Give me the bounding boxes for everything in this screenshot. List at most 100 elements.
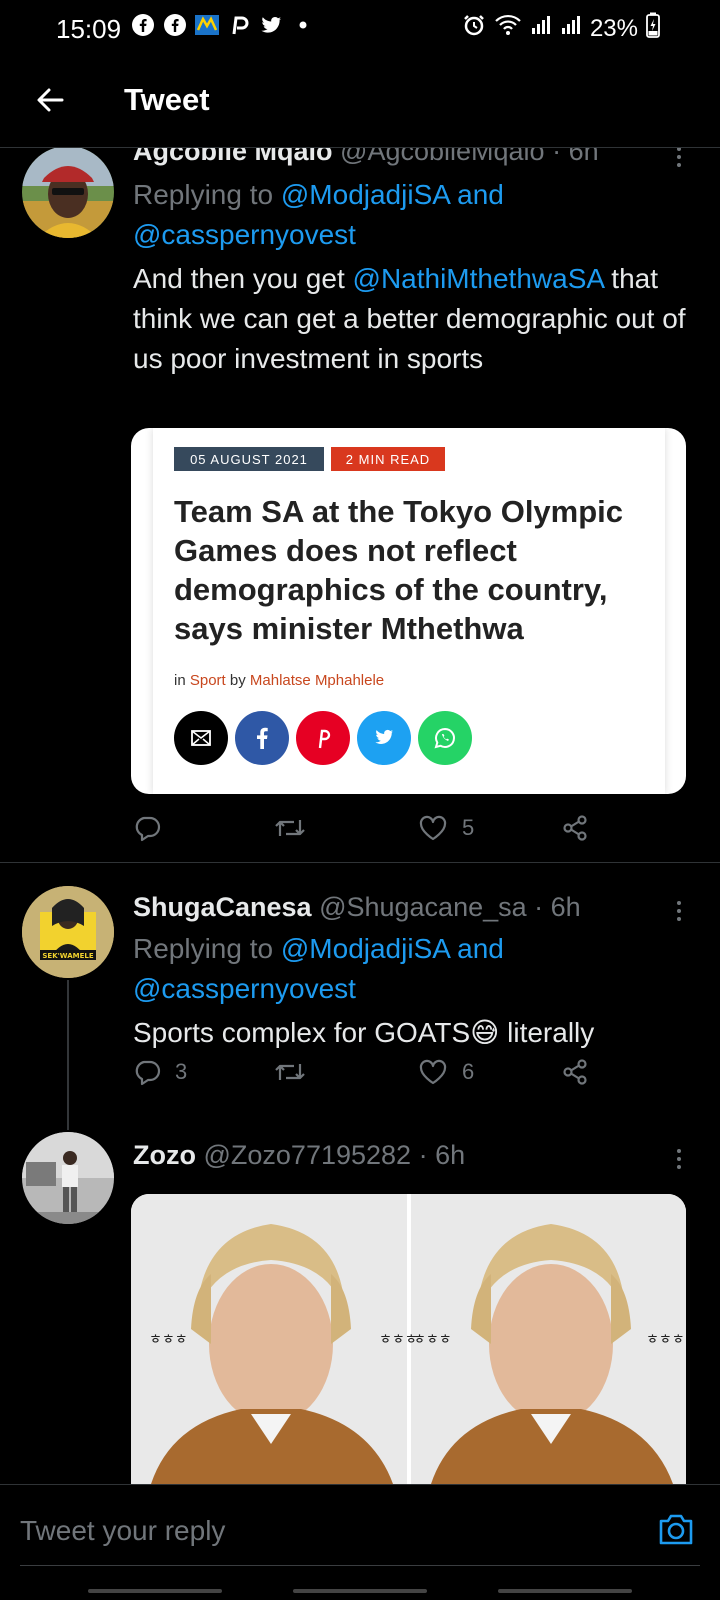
avatar[interactable] — [22, 148, 114, 238]
like-button[interactable]: 5 — [418, 814, 474, 842]
reply-button[interactable] — [133, 814, 175, 842]
facebook-icon — [130, 12, 156, 38]
wifi-icon — [494, 13, 522, 44]
app-logo-icon — [194, 12, 220, 38]
reply-count: 3 — [175, 1059, 188, 1084]
replying-mention[interactable]: @ModjadjiSA and — [281, 179, 504, 210]
tweet-body: Agcobile Mqalo @AgcobileMqalo · 6h Reply… — [133, 148, 698, 379]
facebook-share-icon — [235, 711, 289, 765]
tweet-header: Agcobile Mqalo @AgcobileMqalo · 6h — [133, 148, 698, 167]
thread-connector — [67, 980, 69, 1130]
pinterest-p-icon — [226, 12, 252, 38]
replying-to: Replying to @ModjadjiSA and @casspernyov… — [133, 929, 698, 1009]
twitter-share-icon — [357, 711, 411, 765]
display-name[interactable]: ShugaCanesa — [133, 892, 312, 922]
heart-icon — [419, 815, 447, 841]
share-icon — [563, 1059, 587, 1085]
notification-dot-icon — [290, 12, 316, 38]
tweet-timeline[interactable]: Agcobile Mqalo @AgcobileMqalo · 6h Reply… — [0, 148, 720, 1484]
divider — [0, 862, 720, 863]
retweet-icon — [275, 820, 305, 836]
byline-author: Mahlatse Mphahlele — [249, 672, 385, 689]
page-title: Tweet — [124, 82, 210, 117]
user-handle[interactable]: @Zozo77195282 — [204, 1140, 412, 1170]
media-caption: ㅎㅎㅎ — [413, 1332, 452, 1348]
share-button[interactable] — [561, 814, 589, 842]
status-bar: 15:09 23% — [0, 0, 720, 56]
user-handle[interactable]: @AgcobileMqalo — [340, 148, 545, 166]
notification-icons — [130, 12, 316, 38]
article-title: Team SA at the Tokyo Olympic Games does … — [174, 494, 624, 646]
twitter-icon — [258, 12, 284, 38]
tweet-actions: 3 6 — [133, 1058, 603, 1094]
user-handle[interactable]: @Shugacane_sa — [319, 892, 527, 922]
camera-button[interactable] — [656, 1509, 696, 1549]
tweet-text-part: Sports complex for GOATS — [133, 1017, 471, 1048]
status-time: 15:09 — [56, 14, 122, 44]
tweet-time: · 6h — [552, 148, 599, 166]
like-count: 6 — [462, 1059, 475, 1084]
input-underline — [20, 1565, 700, 1566]
retweet-button[interactable] — [273, 814, 321, 842]
back-arrow-icon — [37, 88, 64, 112]
replying-label: Replying to — [133, 179, 274, 210]
reply-icon — [135, 816, 161, 842]
byline-section: Sport — [189, 672, 226, 689]
media-caption: ㅎㅎㅎ — [646, 1332, 685, 1348]
whatsapp-share-icon — [418, 711, 472, 765]
tweet-mention[interactable]: @NathiMthethwaSA — [353, 263, 604, 294]
byline-in: in — [174, 672, 186, 689]
avatar[interactable]: SEK'WAMELE — [22, 886, 114, 978]
share-buttons — [174, 711, 472, 765]
reply-button[interactable]: 3 — [133, 1058, 187, 1086]
tweet-time: · 6h — [534, 892, 581, 922]
article-preview: 05 AUGUST 2021 2 MIN READ Team SA at the… — [153, 428, 665, 794]
camera-icon — [659, 1514, 693, 1545]
tweet-text: Sports complex for GOATS😅 literally — [133, 1013, 698, 1053]
replying-mention[interactable]: @casspernyovest — [133, 973, 356, 1004]
system-icons: 23% — [462, 12, 660, 45]
link-preview-card[interactable]: 05 AUGUST 2021 2 MIN READ Team SA at the… — [131, 428, 686, 794]
top-bar: Tweet — [0, 56, 720, 148]
replying-label: Replying to — [133, 933, 274, 964]
display-name[interactable]: Agcobile Mqalo — [133, 148, 333, 166]
battery-percent: 23% — [589, 14, 638, 42]
article-byline: in Sport by Mahlatse Mphahlele — [174, 672, 384, 689]
read-time-badge: 2 MIN READ — [331, 447, 445, 471]
replying-to: Replying to @ModjadjiSA and @casspernyov… — [133, 175, 698, 255]
email-share-icon — [174, 711, 228, 765]
share-icon — [563, 815, 587, 841]
tweet-header: Zozo @Zozo77195282 · 6h — [133, 1140, 698, 1171]
media-caption: ㅎㅎㅎ — [379, 1332, 418, 1348]
like-button[interactable]: 6 — [418, 1058, 474, 1086]
signal-icon — [530, 14, 552, 43]
signal-icon — [560, 14, 582, 43]
emoji-sweat-smile: 😅 — [470, 1017, 500, 1048]
like-count: 5 — [462, 815, 475, 840]
back-button[interactable] — [28, 78, 72, 122]
alarm-icon — [462, 13, 486, 44]
share-button[interactable] — [561, 1058, 589, 1086]
heart-icon — [419, 1059, 447, 1085]
media-caption: ㅎㅎㅎ — [149, 1332, 188, 1348]
tweet-time: · 6h — [418, 1140, 466, 1170]
byline-by: by — [229, 672, 246, 689]
tweet-media-image[interactable]: ㅎㅎㅎ ㅎㅎㅎ ㅎㅎㅎ ㅎㅎㅎ — [131, 1194, 686, 1484]
tweet-body: ShugaCanesa @Shugacane_sa · 6h Replying … — [133, 892, 698, 1053]
reply-input[interactable]: Tweet your reply — [20, 1501, 620, 1561]
tweet-text-part: literally — [499, 1017, 595, 1048]
replying-mention[interactable]: @ModjadjiSA and — [281, 933, 504, 964]
pinterest-share-icon — [296, 711, 350, 765]
reply-composer: Tweet your reply — [0, 1484, 720, 1600]
article-date-badge: 05 AUGUST 2021 — [174, 447, 324, 471]
facebook-icon — [162, 12, 188, 38]
nav-bar-indicator — [88, 1589, 222, 1593]
avatar[interactable] — [22, 1132, 114, 1224]
retweet-button[interactable] — [273, 1058, 321, 1086]
battery-charging-icon — [646, 12, 660, 45]
tweet-actions: 5 — [133, 814, 603, 850]
replying-mention[interactable]: @casspernyovest — [133, 219, 356, 250]
tweet-text-part: And then you get — [133, 263, 345, 294]
display-name[interactable]: Zozo — [133, 1140, 196, 1170]
nav-bar-indicator — [498, 1589, 632, 1593]
